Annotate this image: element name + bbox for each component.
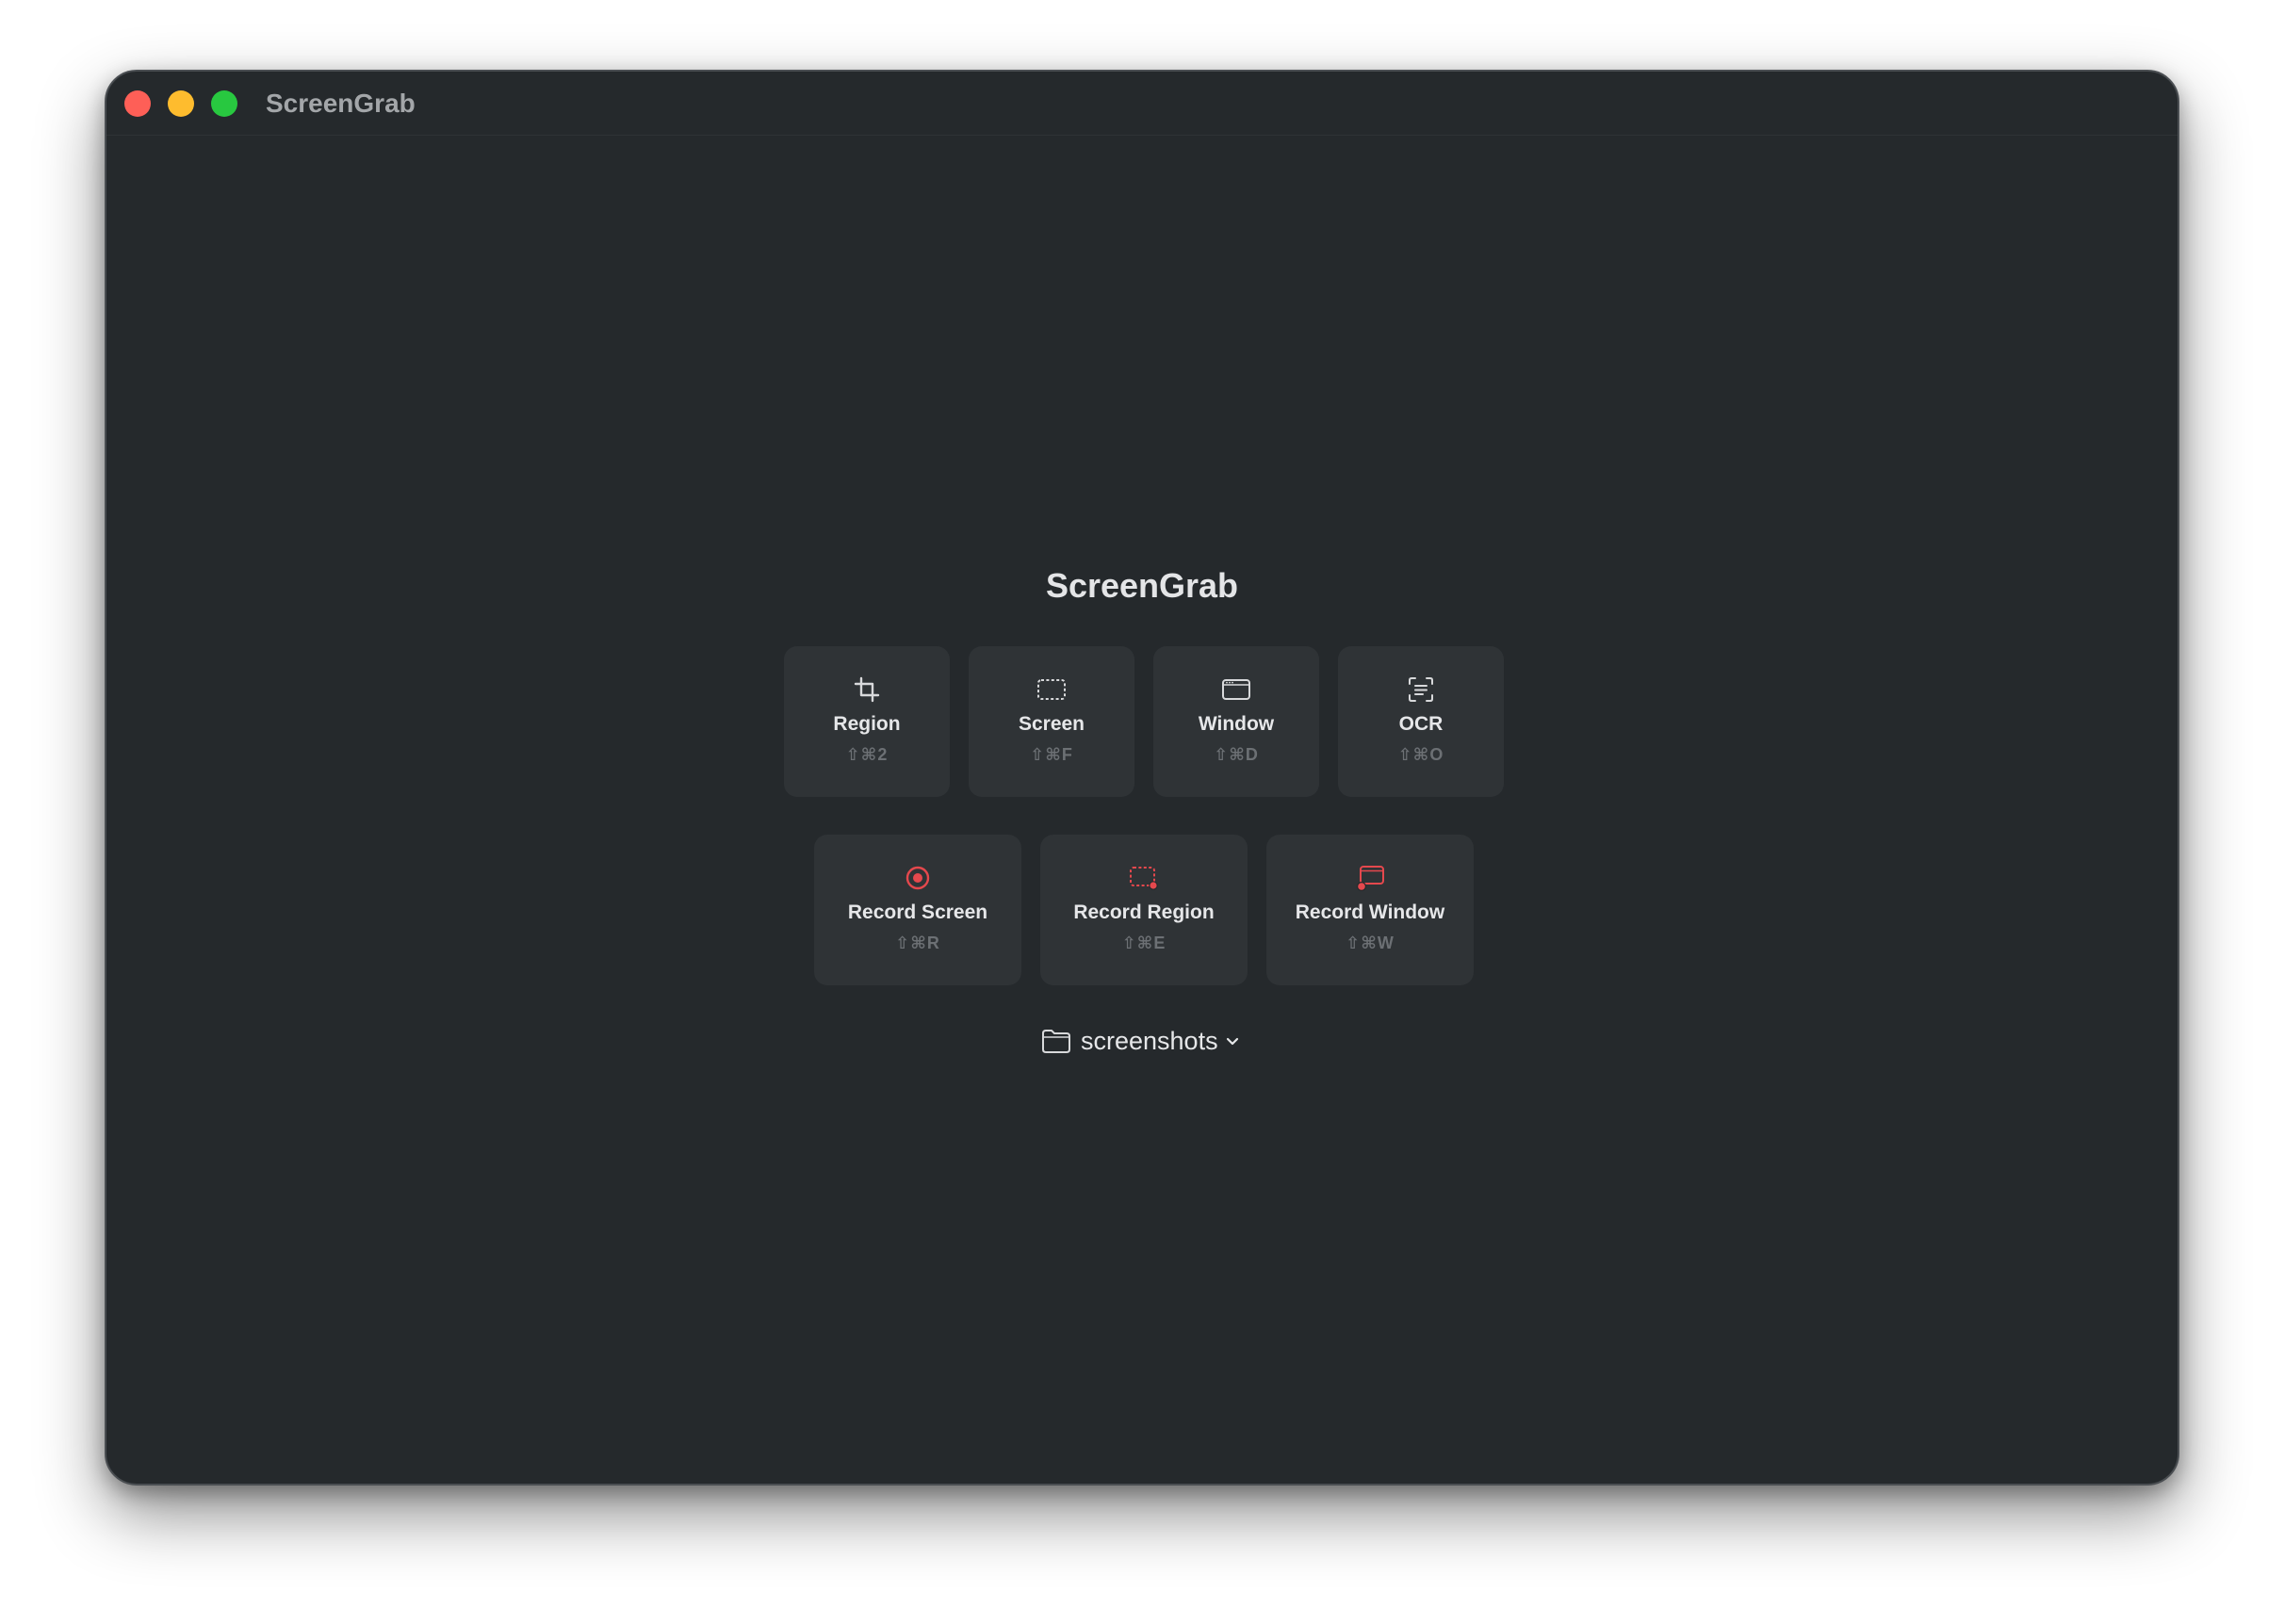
window-title: ScreenGrab xyxy=(266,89,416,118)
close-window-button[interactable] xyxy=(124,90,151,117)
record-screen-label: Record Screen xyxy=(847,901,988,923)
record-window-button[interactable]: Record Window ⇧⌘W xyxy=(1266,835,1474,985)
window-capture-button[interactable]: Window ⇧⌘D xyxy=(1153,646,1319,797)
region-capture-button[interactable]: Region ⇧⌘2 xyxy=(784,646,950,797)
record-screen-shortcut: ⇧⌘R xyxy=(895,934,940,952)
text-scan-icon xyxy=(1409,677,1433,702)
app-window: ScreenGrab ScreenGrab Region ⇧⌘2 Screen … xyxy=(105,70,2179,1486)
ocr-capture-shortcut: ⇧⌘O xyxy=(1397,745,1444,764)
chevron-down-icon xyxy=(1226,1037,1238,1046)
window-icon xyxy=(1222,679,1250,700)
window-capture-label: Window xyxy=(1198,713,1275,735)
folder-icon xyxy=(1042,1030,1070,1053)
record-window-icon xyxy=(1357,866,1384,891)
record-window-label: Record Window xyxy=(1295,901,1445,923)
title-bar[interactable]: ScreenGrab xyxy=(106,72,2178,136)
screen-capture-shortcut: ⇧⌘F xyxy=(1030,745,1073,764)
region-capture-label: Region xyxy=(833,713,901,735)
record-window-shortcut: ⇧⌘W xyxy=(1346,934,1395,952)
window-capture-shortcut: ⇧⌘D xyxy=(1214,745,1259,764)
record-region-icon xyxy=(1130,867,1158,890)
screen-capture-label: Screen xyxy=(1018,713,1085,735)
minimize-window-button[interactable] xyxy=(168,90,194,117)
app-title: ScreenGrab xyxy=(1045,566,1239,605)
zoom-window-button[interactable] xyxy=(211,90,237,117)
ocr-capture-label: OCR xyxy=(1398,713,1444,735)
save-folder-selector[interactable]: screenshots xyxy=(1041,1019,1267,1063)
record-circle-icon xyxy=(905,866,930,890)
region-capture-shortcut: ⇧⌘2 xyxy=(845,745,889,764)
record-region-shortcut: ⇧⌘E xyxy=(1121,934,1166,952)
dashed-rectangle-icon xyxy=(1037,679,1066,700)
ocr-capture-button[interactable]: OCR ⇧⌘O xyxy=(1338,646,1504,797)
screen-capture-button[interactable]: Screen ⇧⌘F xyxy=(969,646,1134,797)
record-region-label: Record Region xyxy=(1073,901,1215,923)
save-folder-name: screenshots xyxy=(1081,1027,1218,1055)
record-region-button[interactable]: Record Region ⇧⌘E xyxy=(1040,835,1248,985)
crop-icon xyxy=(854,676,880,703)
record-screen-button[interactable]: Record Screen ⇧⌘R xyxy=(814,835,1021,985)
